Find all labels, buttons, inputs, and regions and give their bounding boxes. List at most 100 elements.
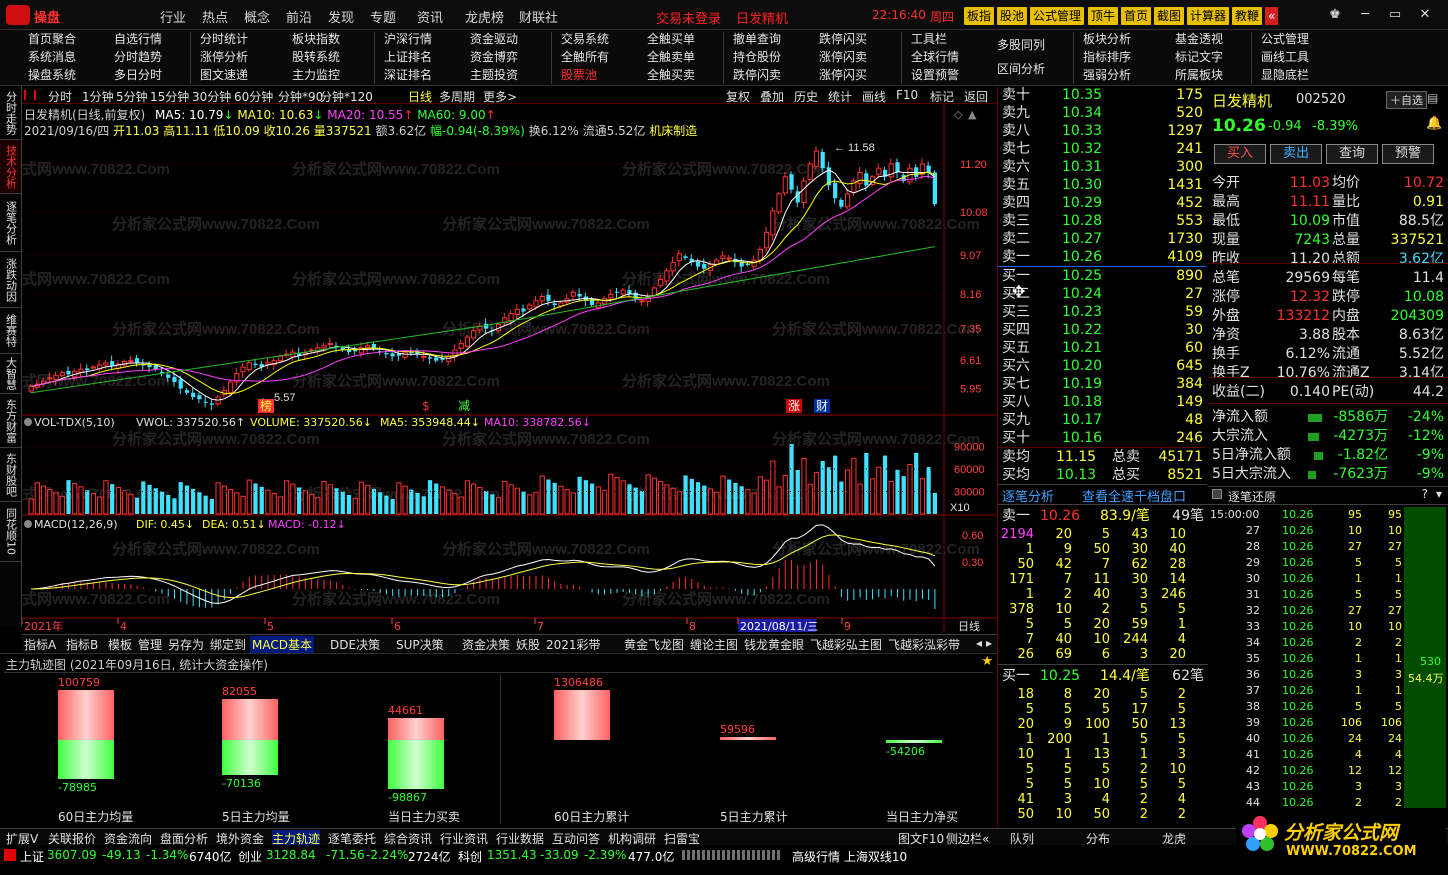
ask-row[interactable]: 卖六 10.31 300 xyxy=(1000,158,1205,176)
quick-menu-item[interactable]: 所属板块 xyxy=(1175,66,1223,84)
quick-menu-item[interactable]: 操盘系统 xyxy=(28,66,76,84)
quick-menu-item[interactable]: 涨停分析 xyxy=(200,48,248,66)
quick-menu-item[interactable]: 公式管理 xyxy=(1261,30,1309,48)
app-logo-icon[interactable] xyxy=(6,5,30,25)
bid-row[interactable]: 买六 10.20 645 xyxy=(1000,357,1205,375)
quick-menu-item[interactable]: 全球行情 xyxy=(911,48,959,66)
left-tab[interactable]: 东财股吧 xyxy=(0,448,21,502)
bid-row[interactable]: 买五 10.21 60 xyxy=(1000,339,1205,357)
app-logo-text[interactable]: 操盘 xyxy=(34,7,60,26)
add-watchlist-button[interactable]: ＋自选 xyxy=(1386,91,1427,109)
chart-tool-button[interactable]: F10 xyxy=(896,88,918,102)
chart-tool-button[interactable]: 统计 xyxy=(828,88,852,105)
chart-tool-button[interactable]: 复权 xyxy=(726,88,750,105)
quick-menu-item[interactable]: 股票池 xyxy=(561,66,597,84)
quick-menu-item[interactable]: 工具栏 xyxy=(911,30,947,48)
ask-row[interactable]: 卖九 10.34 520 xyxy=(1000,104,1205,122)
quick-menu-item[interactable]: 全触所有 xyxy=(561,48,609,66)
quick-menu-item[interactable]: 板块分析 xyxy=(1083,30,1131,48)
quick-menu-item[interactable]: 涨停闪卖 xyxy=(819,48,867,66)
chart-tool-button[interactable]: 标记 xyxy=(930,88,954,105)
bid-row[interactable]: 买四 10.22 30 xyxy=(1000,321,1205,339)
quick-menu-item[interactable]: 跌停闪买 xyxy=(819,30,867,48)
ask-row[interactable]: 卖八 10.33 1297 xyxy=(1000,122,1205,140)
quick-menu-item[interactable]: 跌停闪卖 xyxy=(733,66,781,84)
ask-row[interactable]: 卖七 10.32 241 xyxy=(1000,140,1205,158)
bid-row[interactable]: 买二 10.24 27 xyxy=(1000,285,1205,303)
ask-row[interactable]: 卖一 10.26 4109 xyxy=(1000,248,1205,266)
period-tab[interactable]: 60分钟 xyxy=(234,88,273,105)
kc-index-name[interactable]: 科创 xyxy=(458,848,482,865)
scroll-left-icon[interactable]: ◂ xyxy=(974,636,984,650)
maximize-icon[interactable]: ▭ xyxy=(1382,5,1408,25)
period-tab[interactable]: 日线 xyxy=(408,88,432,105)
chart-tool-button[interactable]: 叠加 xyxy=(760,88,784,105)
menu-item[interactable]: 财联社 xyxy=(519,7,558,26)
quick-menu-item[interactable]: 全触买卖 xyxy=(647,66,695,84)
sh-index-name[interactable]: 上证 xyxy=(20,848,44,865)
menu-item[interactable]: 行业 xyxy=(160,7,186,26)
collapse-button[interactable]: « xyxy=(1265,7,1279,25)
quick-menu-item[interactable]: 全触买单 xyxy=(647,30,695,48)
quick-menu-item[interactable]: 上证排名 xyxy=(384,48,432,66)
query-button[interactable]: 查询 xyxy=(1326,144,1378,164)
indicator-tab[interactable]: 飞越彩弘主图 xyxy=(808,636,884,653)
indicator-tab[interactable]: 飞越彩泓彩带 xyxy=(886,636,962,653)
indicator-tab[interactable]: 另存为 xyxy=(166,636,206,653)
quick-menu-item[interactable]: 分时趋势 xyxy=(114,48,162,66)
menu-icon[interactable]: ▤ xyxy=(1427,91,1438,105)
chart-tool-button[interactable]: 返回 xyxy=(964,88,988,105)
quick-menu-item[interactable]: 资金驱动 xyxy=(470,30,518,48)
bid-row[interactable]: 买七 10.19 384 xyxy=(1000,375,1205,393)
quick-menu-item[interactable]: 交易系统 xyxy=(561,30,609,48)
indicator-tab[interactable]: 管理 xyxy=(136,636,164,653)
period-tab[interactable]: 30分钟 xyxy=(192,88,231,105)
dropdown-icon[interactable]: ▾ xyxy=(1436,487,1442,501)
indicator-tab[interactable]: 2021彩带 xyxy=(544,636,603,653)
chart-splitter-icon[interactable] xyxy=(24,90,36,100)
ask-row[interactable]: 卖三 10.28 553 xyxy=(1000,212,1205,230)
sell-button[interactable]: 卖出 xyxy=(1270,144,1322,164)
toolbar-button[interactable]: 计算器 xyxy=(1187,7,1230,25)
quick-menu-item[interactable]: 涨停闪买 xyxy=(819,66,867,84)
quick-menu-item[interactable]: 全触卖单 xyxy=(647,48,695,66)
toolbar-button[interactable]: 首页 xyxy=(1121,7,1152,25)
ask-row[interactable]: 卖二 10.27 1730 xyxy=(1000,230,1205,248)
login-status[interactable]: 交易未登录 xyxy=(656,8,721,27)
bid-row[interactable]: 买十 10.16 246 xyxy=(1000,429,1205,447)
toolbar-button[interactable]: 公式管理 xyxy=(1030,7,1085,25)
period-tab[interactable]: 多周期 xyxy=(439,88,475,105)
menu-item[interactable]: 概念 xyxy=(244,7,270,26)
toolbar-button[interactable]: 板指 xyxy=(964,7,995,25)
left-tab[interactable]: 大智慧 xyxy=(0,354,21,394)
indicator-tab[interactable]: 指标B xyxy=(64,636,100,653)
tick-panel-icon[interactable] xyxy=(1212,489,1222,499)
menu-item[interactable]: 热点 xyxy=(202,7,228,26)
toolbar-button[interactable]: 教鞭 xyxy=(1232,7,1263,25)
star-icon[interactable]: ★ xyxy=(981,654,993,669)
quick-menu-item[interactable]: 板块指数 xyxy=(292,30,340,48)
left-tab[interactable]: 维赛特 xyxy=(0,308,21,354)
quick-menu-item[interactable]: 多股同列 xyxy=(997,36,1045,54)
indicator-tab[interactable]: SUP决策 xyxy=(394,636,446,653)
period-tab[interactable]: 分钟*90 xyxy=(278,88,323,105)
quick-menu-item[interactable]: 强弱分析 xyxy=(1083,66,1131,84)
period-tab[interactable]: 分钟*120 xyxy=(320,88,373,105)
quick-menu-item[interactable]: 主题投资 xyxy=(470,66,518,84)
period-tab[interactable]: 更多> xyxy=(483,88,517,105)
period-tab[interactable]: 15分钟 xyxy=(150,88,189,105)
menu-item[interactable]: 发现 xyxy=(328,7,354,26)
deal-tab-depth[interactable]: 查看全速千档盘口 xyxy=(1082,486,1186,505)
quick-menu-item[interactable]: 资金博弈 xyxy=(470,48,518,66)
indicator-tab[interactable]: 资金决策 xyxy=(460,636,512,653)
bid-row[interactable]: 买一 10.25 890 xyxy=(1000,267,1205,285)
ask-row[interactable]: 卖十 10.35 175 xyxy=(1000,86,1205,104)
left-tab[interactable]: 逐笔分析 xyxy=(0,194,21,252)
left-tab[interactable]: 技术分析 xyxy=(0,140,21,194)
toolbar-button[interactable]: 顶牛 xyxy=(1088,7,1119,25)
minimize-icon[interactable]: ─ xyxy=(1352,5,1378,25)
skin-icon[interactable]: ♚ xyxy=(1322,5,1348,25)
quick-menu-item[interactable]: 首页聚合 xyxy=(28,30,76,48)
quick-menu-item[interactable]: 系统消息 xyxy=(28,48,76,66)
scroll-right-icon[interactable]: ▸ xyxy=(984,636,994,650)
